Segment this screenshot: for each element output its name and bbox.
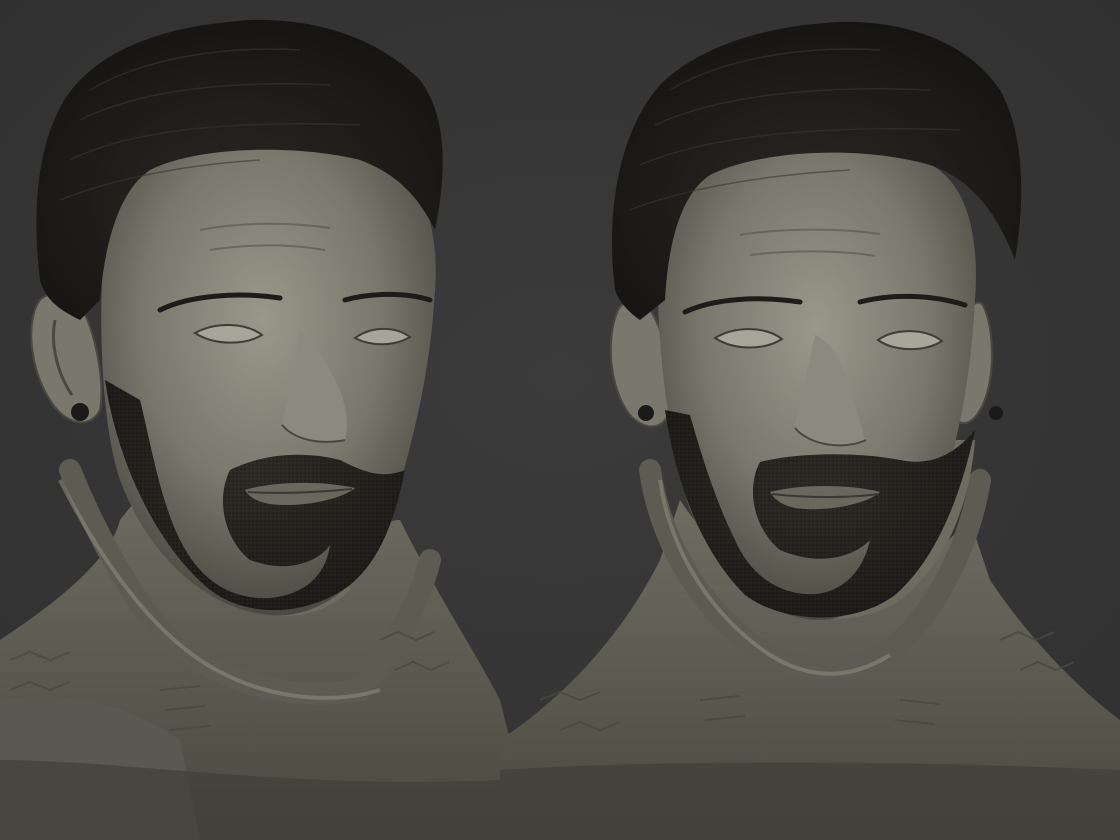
viewport [0,0,1120,840]
earring-icon [638,405,654,421]
viewport-canvas [0,0,1120,840]
earring-icon [989,406,1003,420]
earring-icon [71,403,89,421]
